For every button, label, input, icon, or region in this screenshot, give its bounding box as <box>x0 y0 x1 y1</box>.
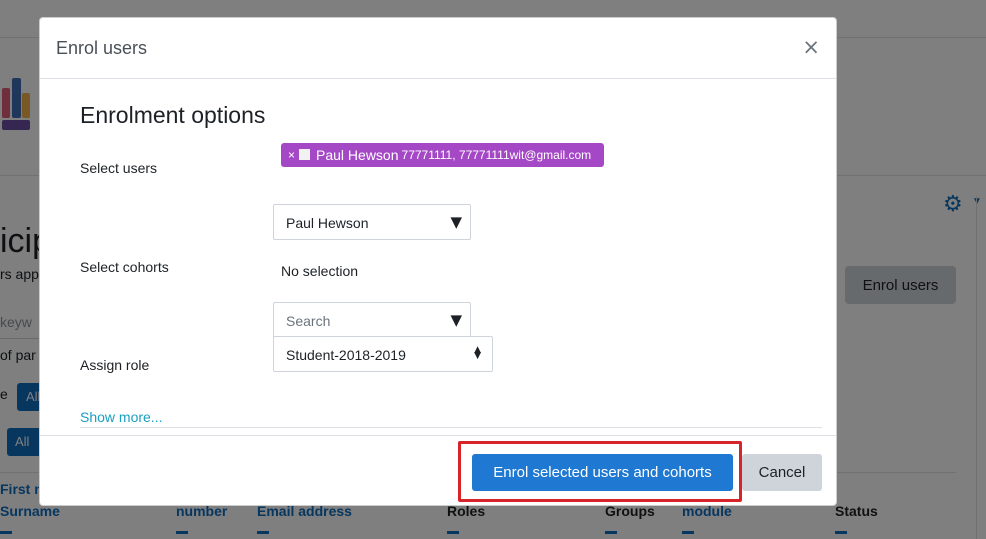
dropdown-arrow-icon[interactable]: ▼ <box>450 213 462 231</box>
section-title: Enrolment options <box>80 102 266 128</box>
chip-user-name: Paul Hewson <box>316 146 399 163</box>
divider <box>80 427 822 428</box>
user-search-value: Paul Hewson <box>286 215 369 231</box>
dialog-header: Enrol users × <box>40 18 836 79</box>
remove-icon[interactable]: × <box>288 148 295 162</box>
select-updown-icon: ▲ ▼ <box>474 345 481 361</box>
user-search-combobox[interactable]: Paul Hewson ▼ <box>273 204 471 240</box>
assign-role-label: Assign role <box>80 357 150 373</box>
dialog-title: Enrol users <box>56 38 148 58</box>
select-cohorts-label: Select cohorts <box>80 259 169 275</box>
dialog-footer: Enrol selected users and cohorts Cancel <box>40 435 836 505</box>
dropdown-arrow-icon[interactable]: ▼ <box>450 311 462 329</box>
chip-user-detail: 77771111, 77771111wit@gmail.com <box>401 147 592 162</box>
cancel-button[interactable]: Cancel <box>742 454 822 491</box>
selected-user-chip[interactable]: × Paul Hewson 77771111, 77771111wit@gmail.… <box>281 143 604 167</box>
assign-role-select[interactable]: Student-2018-2019 ▲ ▼ <box>273 336 493 372</box>
enrol-selected-button[interactable]: Enrol selected users and cohorts <box>472 454 733 491</box>
cohort-search-combobox[interactable]: Search ▼ <box>273 302 471 338</box>
show-more-link[interactable]: Show more... <box>80 409 162 425</box>
dialog-body: Enrolment options Select users × Paul Hew… <box>40 80 836 435</box>
cohort-search-placeholder: Search <box>286 313 331 329</box>
enrol-users-dialog: Enrol users × Enrolment options Select u… <box>39 17 837 506</box>
select-users-label: Select users <box>80 160 158 176</box>
cohorts-selection: No selection <box>281 263 359 279</box>
role-value: Student-2018-2019 <box>286 347 406 363</box>
user-picture-icon <box>299 149 311 161</box>
close-icon[interactable]: × <box>802 36 820 58</box>
